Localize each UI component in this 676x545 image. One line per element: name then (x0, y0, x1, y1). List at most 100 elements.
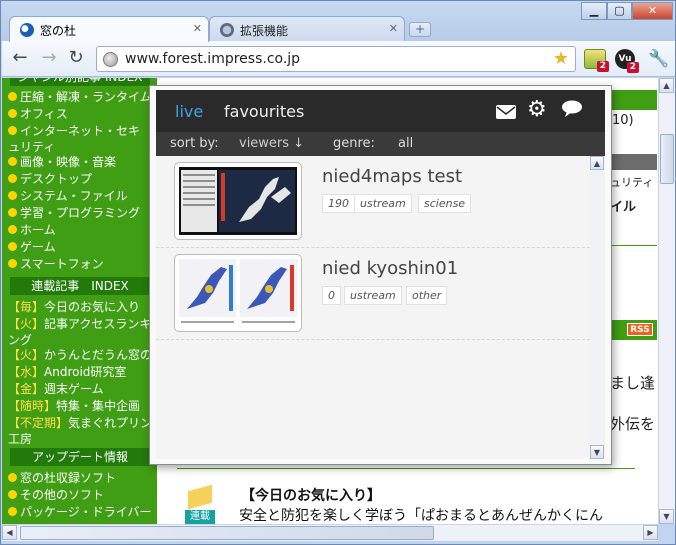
sidebar-item-serial[interactable]: 【金】週末ゲーム (8, 381, 156, 397)
bullet-icon (8, 191, 17, 200)
maximize-button[interactable]: ▢ (607, 2, 632, 20)
popup-scrollbar[interactable]: ▲ ▼ (590, 156, 605, 459)
stream-list: nied4maps test 190 ustream sciense nied … (156, 156, 590, 459)
tab-favourites[interactable]: favourites (224, 102, 304, 121)
forest-favicon-icon (20, 23, 34, 37)
back-arrow-icon[interactable]: ← (10, 49, 30, 69)
bullet-icon (8, 92, 17, 101)
text-snippet: イル (610, 200, 637, 215)
text-snippet: まし逢 (610, 374, 656, 392)
tab-strip: 窓の杜 ✕ 拡張機能 ✕ + ▁ ▢ ✕ (1, 1, 675, 42)
bullet-icon (8, 109, 17, 118)
badge-count: 2 (596, 61, 609, 72)
sidebar-item-genre[interactable]: ホーム (8, 222, 156, 238)
article-title[interactable]: 【今日のお気に入り】 (241, 485, 381, 505)
sort-bar: sort by: viewers ↓ genre: all (156, 132, 605, 156)
tab-label: 拡張機能 (240, 24, 289, 38)
scrollbar-thumb[interactable] (660, 134, 674, 184)
close-window-button[interactable]: ✕ (632, 2, 673, 20)
bullet-icon (8, 174, 17, 183)
sidebar-item-genre[interactable]: インターネット・セキュリティ (8, 123, 148, 155)
sidebar-item-serial[interactable]: 【随時】特集・集中企画 (8, 398, 156, 414)
provider-chip: ustream (344, 286, 402, 305)
sidebar-item-update[interactable]: その他のソフト (8, 487, 156, 503)
mail-icon[interactable] (496, 105, 516, 119)
extension-puzzle-icon (220, 23, 234, 37)
url-text[interactable]: www.forest.impress.co.jp (125, 51, 300, 67)
stream-item[interactable]: nied kyoshin01 0 ustream other (156, 248, 590, 340)
scroll-up-arrow-icon[interactable]: ▲ (590, 156, 604, 170)
sidebar: ジャンル別記事 INDEX 圧縮・解凍・ランタイム オフィス インターネット・セ… (2, 78, 157, 524)
tv-extension-icon[interactable]: 2 (584, 49, 609, 72)
sort-select[interactable]: viewers ↓ (239, 136, 304, 151)
scroll-down-arrow-icon[interactable]: ▼ (590, 445, 604, 459)
scroll-left-arrow-icon[interactable]: ◀ (2, 525, 17, 540)
tab-mado-no-mori[interactable]: 窓の杜 ✕ (9, 16, 209, 42)
sidebar-item-genre[interactable]: オフィス (8, 106, 156, 122)
address-bar[interactable]: www.forest.impress.co.jp ★ (96, 46, 576, 72)
page-vertical-scrollbar[interactable]: ▲ ▼ (658, 78, 675, 524)
article-tag: 連載 (185, 510, 215, 524)
tab-live[interactable]: live (175, 102, 203, 121)
sidebar-item-serial[interactable]: 【水】Android研究室 (8, 364, 156, 380)
sidebar-item-genre[interactable]: 学習・プログラミング (8, 205, 156, 221)
article-description[interactable]: 安全と防犯を楽しく学ぼう「ぱおまるとあんぜんかくにん (239, 505, 603, 524)
sidebar-item-genre[interactable]: ゲーム (8, 239, 156, 255)
bullet-icon (8, 126, 17, 135)
close-tab-icon[interactable]: ✕ (193, 22, 202, 35)
viewer-count-chip: 0 (322, 286, 341, 305)
sidebar-item-genre[interactable]: 圧縮・解凍・ランタイム (8, 89, 156, 105)
sidebar-genre-head: ジャンル別記事 INDEX (10, 78, 150, 86)
stream-title[interactable]: nied kyoshin01 (322, 258, 458, 279)
bookmark-star-icon[interactable]: ★ (553, 48, 569, 69)
scroll-up-arrow-icon[interactable]: ▲ (659, 78, 674, 93)
page-horizontal-scrollbar[interactable]: ◀ ▶ (2, 524, 658, 541)
genre-chip: other (406, 286, 448, 305)
sidebar-item-serial[interactable]: 【毎】今日のお気に入り (8, 299, 156, 315)
scroll-right-arrow-icon[interactable]: ▶ (643, 525, 658, 540)
sidebar-item-update[interactable]: 窓の杜収録ソフト (8, 470, 156, 486)
tab-extensions[interactable]: 拡張機能 ✕ (209, 16, 405, 42)
wrench-icon[interactable]: 🔧 (648, 49, 669, 69)
stream-title[interactable]: nied4maps test (322, 166, 462, 187)
stream-item[interactable]: nied4maps test 190 ustream sciense (156, 156, 590, 248)
close-tab-icon[interactable]: ✕ (389, 22, 398, 35)
scroll-down-arrow-icon[interactable]: ▼ (659, 509, 674, 524)
bullet-icon (8, 242, 17, 251)
sidebar-serial-head: 連載記事 INDEX (10, 277, 150, 295)
viewer-count-chip: 190 (322, 194, 355, 213)
divider (177, 468, 635, 469)
rss-badge[interactable]: RSS (627, 323, 653, 336)
bullet-icon (8, 259, 17, 268)
reload-icon[interactable]: ↻ (66, 49, 86, 69)
sidebar-item-update[interactable]: パッケージ・ドライバー (8, 504, 156, 520)
stream-popup: live favourites ⚙ sort by: viewers ↓ gen… (149, 85, 612, 465)
sidebar-item-genre[interactable]: デスクトップ (8, 171, 156, 187)
stream-thumbnail[interactable] (174, 162, 302, 240)
text-snippet: 外伝を (610, 415, 656, 433)
sidebar-item-serial[interactable]: 【火】記事アクセスランキング (8, 316, 156, 348)
gear-icon[interactable]: ⚙ (527, 97, 547, 122)
seismic-map-thumbnail (179, 259, 297, 327)
article-thumbnail[interactable]: 連載 (185, 484, 215, 524)
sidebar-item-genre[interactable]: 画像・映像・音楽 (8, 154, 156, 170)
chat-bubble-icon[interactable] (561, 100, 583, 117)
provider-chip: ustream (354, 194, 412, 213)
new-tab-button[interactable]: + (409, 22, 431, 37)
sidebar-item-genre[interactable]: システム・ファイル (8, 188, 156, 204)
forward-arrow-icon[interactable]: → (39, 49, 59, 69)
scrollbar-thumb[interactable] (20, 526, 434, 540)
bullet-icon (8, 473, 17, 482)
sidebar-item-genre[interactable]: スマートフォン (8, 256, 156, 272)
genre-chip: sciense (418, 194, 472, 213)
vu-extension-icon[interactable]: Vu 2 (615, 49, 639, 73)
minimize-button[interactable]: ▁ (581, 2, 607, 20)
sidebar-item-serial[interactable]: 【火】かうんとだうん窓の杜 (8, 347, 156, 363)
stream-thumbnail[interactable] (174, 254, 302, 332)
sidebar-update-head: アップデート情報 (10, 448, 150, 466)
bullet-icon (8, 208, 17, 217)
genre-select[interactable]: all (398, 136, 413, 151)
popup-header: live favourites ⚙ (156, 90, 605, 132)
sort-label: sort by: (170, 136, 219, 151)
sidebar-item-serial[interactable]: 【不定期】気まぐれプリン工房 (8, 415, 156, 447)
